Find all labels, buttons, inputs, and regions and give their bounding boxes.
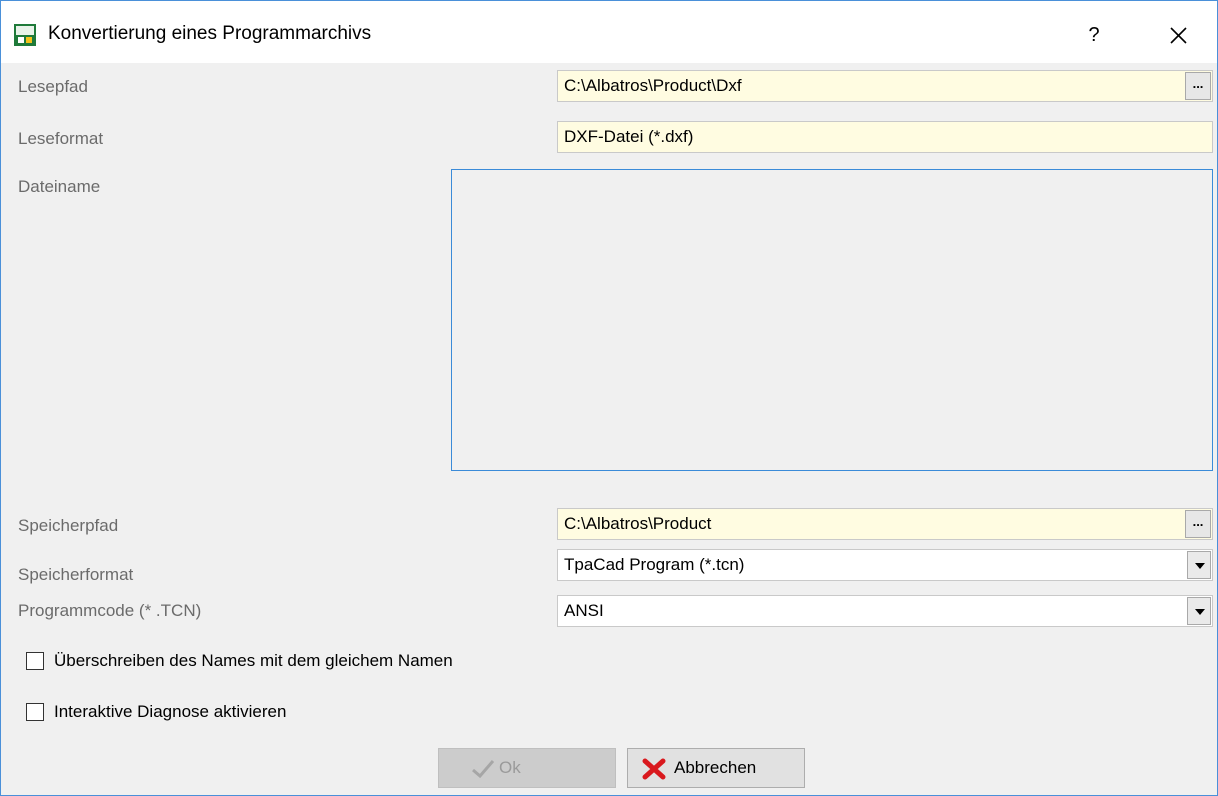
- chevron-down-icon[interactable]: [1187, 597, 1211, 625]
- ok-button[interactable]: Ok: [438, 748, 616, 788]
- cancel-button[interactable]: Abbrechen: [627, 748, 805, 788]
- help-button[interactable]: ?: [1073, 15, 1115, 55]
- window-title: Konvertierung eines Programmarchivs: [48, 23, 372, 44]
- program-code-label: Programmcode (* .TCN): [18, 601, 202, 620]
- save-path-field[interactable]: C:\Albatros\Product ...: [557, 508, 1213, 540]
- overwrite-label: Überschreiben des Names mit dem gleichem…: [54, 651, 453, 670]
- read-path-label: Lesepfad: [18, 77, 88, 96]
- file-name-list[interactable]: [451, 169, 1213, 471]
- program-code-select[interactable]: ANSI: [557, 595, 1213, 627]
- save-path-value: C:\Albatros\Product: [564, 514, 712, 533]
- read-path-field[interactable]: C:\Albatros\Product\Dxf ...: [557, 70, 1213, 102]
- read-path-value: C:\Albatros\Product\Dxf: [564, 76, 742, 95]
- dialog-content: Lesepfad C:\Albatros\Product\Dxf ... Les…: [1, 63, 1217, 795]
- save-path-browse-button[interactable]: ...: [1185, 510, 1211, 538]
- overwrite-checkbox[interactable]: [26, 652, 44, 670]
- dialog-window: Konvertierung eines Programmarchivs ? Le…: [0, 0, 1218, 796]
- read-format-label: Leseformat: [18, 129, 104, 148]
- file-name-label: Dateiname: [18, 177, 101, 196]
- program-code-value: ANSI: [564, 601, 604, 620]
- read-format-field[interactable]: DXF-Datei (*.dxf): [557, 121, 1213, 153]
- close-icon[interactable]: [1155, 15, 1201, 55]
- diagnose-label: Interaktive Diagnose aktivieren: [54, 702, 287, 721]
- save-format-label: Speicherformat: [18, 565, 134, 584]
- save-path-label: Speicherpfad: [18, 516, 119, 535]
- read-format-value: DXF-Datei (*.dxf): [564, 127, 694, 146]
- ok-label: Ok: [499, 758, 521, 777]
- save-format-select[interactable]: TpaCad Program (*.tcn): [557, 549, 1213, 581]
- save-format-value: TpaCad Program (*.tcn): [564, 555, 745, 574]
- tpacad-app-icon: [14, 24, 36, 46]
- title-bar[interactable]: Konvertierung eines Programmarchivs ?: [1, 1, 1217, 63]
- read-path-browse-button[interactable]: ...: [1185, 72, 1211, 100]
- check-icon: [472, 760, 495, 779]
- chevron-down-icon[interactable]: [1187, 551, 1211, 579]
- cancel-label: Abbrechen: [674, 758, 757, 777]
- diagnose-checkbox[interactable]: [26, 703, 44, 721]
- red-x-icon: [642, 758, 666, 780]
